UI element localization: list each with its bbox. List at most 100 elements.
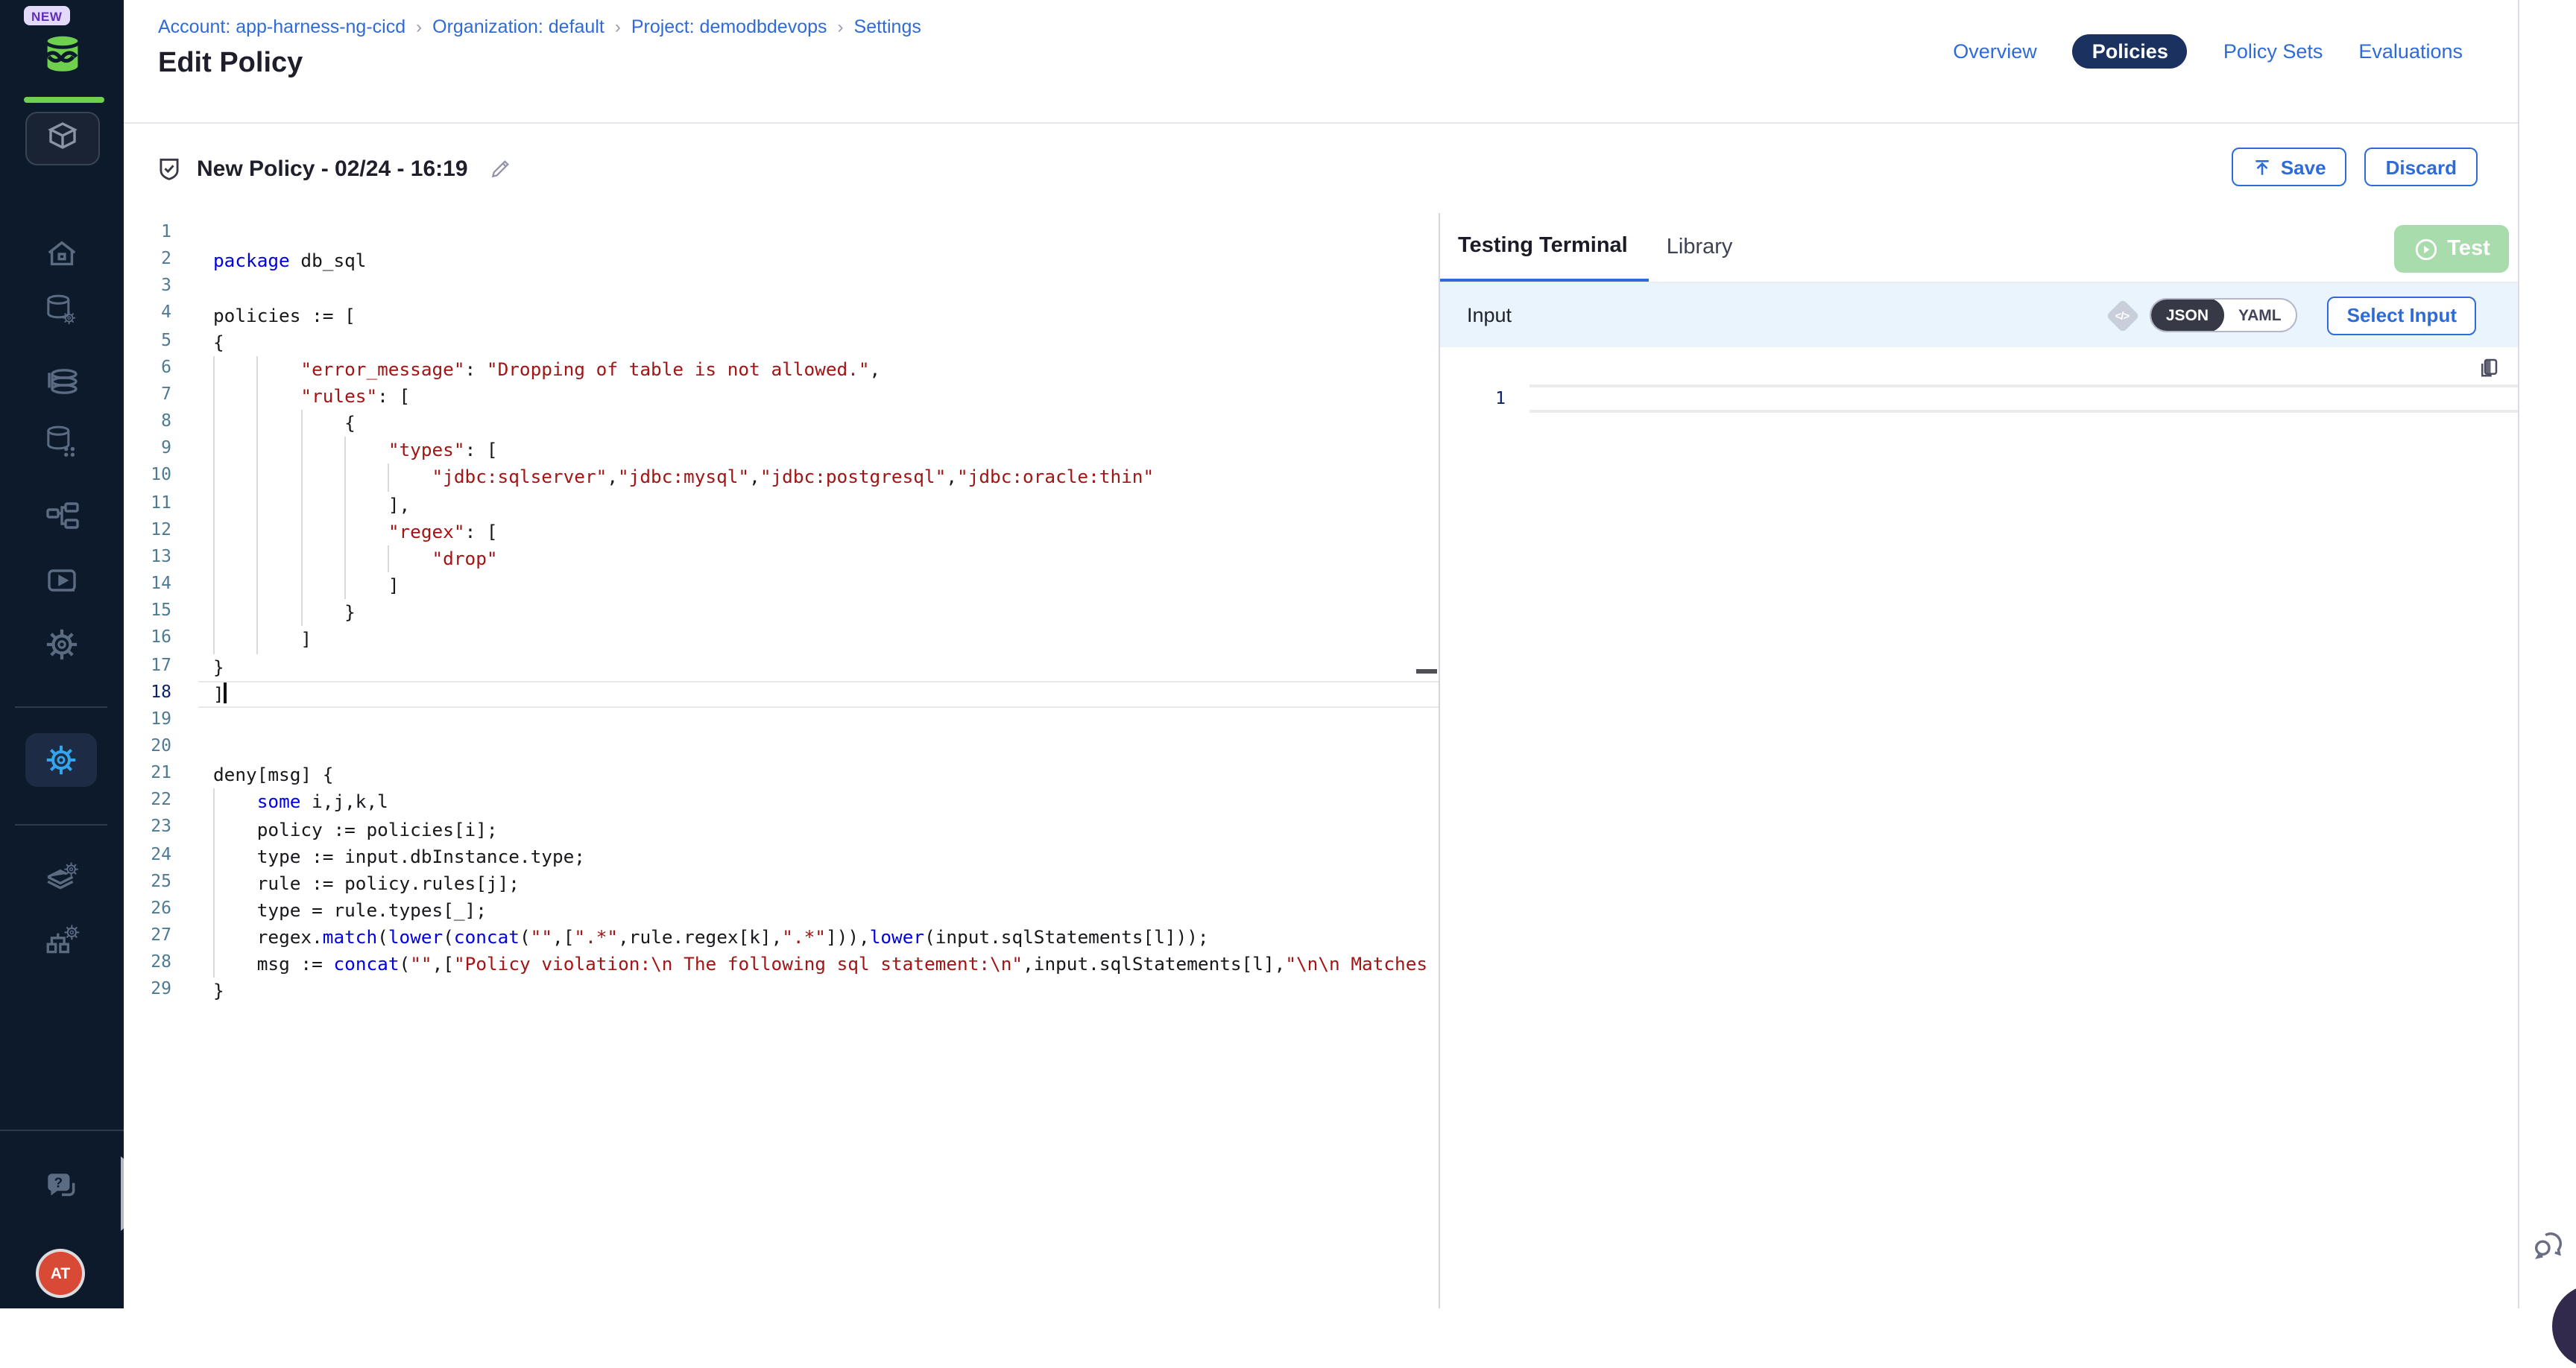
- code-line[interactable]: [198, 735, 1439, 761]
- nav-tab-overview[interactable]: Overview: [1953, 34, 2037, 69]
- line-number: 20: [124, 735, 171, 761]
- logo-underline: [24, 97, 104, 103]
- line-number: 28: [124, 951, 171, 978]
- sidebar-item-org-settings[interactable]: [0, 922, 124, 960]
- editor-gutter: 1234567891011121314151617181920212223242…: [124, 221, 171, 1005]
- play-circle-icon: [2413, 236, 2438, 262]
- code-line[interactable]: {: [198, 410, 1439, 437]
- sidebar-item-db-settings[interactable]: [0, 294, 124, 328]
- format-option-json[interactable]: JSON: [2151, 298, 2223, 332]
- sidebar-item-layers-settings[interactable]: [0, 858, 124, 896]
- code-line[interactable]: "drop": [198, 545, 1439, 572]
- line-number: 14: [124, 572, 171, 599]
- line-number: 21: [124, 761, 171, 788]
- format-option-yaml[interactable]: YAML: [2223, 298, 2296, 332]
- line-number: 12: [124, 518, 171, 545]
- overview-ruler-cursor-mark: [1416, 669, 1437, 674]
- code-line[interactable]: msg := concat("",["Policy violation:\n T…: [198, 951, 1439, 978]
- code-line[interactable]: [198, 221, 1439, 247]
- code-line[interactable]: type = rule.types[_];: [198, 897, 1439, 924]
- database-gear-icon: [45, 294, 79, 328]
- sidebar-item-settings[interactable]: [0, 627, 124, 662]
- db-devops-logo-icon[interactable]: [37, 27, 88, 88]
- discard-button[interactable]: Discard: [2365, 148, 2478, 186]
- code-line[interactable]: {: [198, 329, 1439, 355]
- format-toggle[interactable]: JSONYAML: [2150, 298, 2298, 332]
- line-number: 16: [124, 627, 171, 653]
- line-number: 8: [124, 410, 171, 437]
- code-line[interactable]: ]: [198, 627, 1439, 653]
- code-line[interactable]: regex.match(lower(concat("",[".*",rule.r…: [198, 924, 1439, 951]
- sidebar-item-pipelines[interactable]: [0, 499, 124, 535]
- chat-bubbles-icon[interactable]: [2531, 1228, 2566, 1270]
- input-section-header: Input </> JSONYAML Select Input: [1440, 283, 2518, 347]
- code-line[interactable]: policy := policies[i];: [198, 816, 1439, 843]
- input-editor-line-number: 1: [1440, 387, 1506, 410]
- edit-pencil-icon[interactable]: [489, 156, 513, 180]
- upload-icon: [2253, 157, 2272, 177]
- line-number: 25: [124, 870, 171, 897]
- code-line[interactable]: [198, 275, 1439, 302]
- sidebar-item-help[interactable]: ?: [0, 1168, 124, 1206]
- breadcrumb-item[interactable]: Project: demodbdevops: [631, 16, 827, 37]
- code-line[interactable]: rule := policy.rules[j];: [198, 870, 1439, 897]
- code-line[interactable]: "jdbc:sqlserver","jdbc:mysql","jdbc:post…: [198, 464, 1439, 491]
- code-line[interactable]: ]: [198, 572, 1439, 599]
- module-selector-button[interactable]: [25, 112, 100, 165]
- nav-tab-evaluations[interactable]: Evaluations: [2358, 34, 2463, 69]
- input-editor-current-line[interactable]: [1530, 384, 2518, 413]
- code-line[interactable]: ]: [198, 680, 1439, 707]
- sidebar-divider: [15, 824, 107, 826]
- editor-code[interactable]: package db_sqlpolicies := [{ "error_mess…: [198, 221, 1439, 1005]
- avatar[interactable]: AT: [39, 1252, 82, 1295]
- code-line[interactable]: some i,j,k,l: [198, 789, 1439, 816]
- nav-tab-policies[interactable]: Policies: [2073, 34, 2188, 69]
- line-number: 22: [124, 789, 171, 816]
- code-line[interactable]: }: [198, 599, 1439, 626]
- code-line[interactable]: "rules": [: [198, 383, 1439, 410]
- code-line[interactable]: "regex": [: [198, 518, 1439, 545]
- breadcrumb-item[interactable]: Account: app-harness-ng-cicd: [158, 16, 405, 37]
- code-line[interactable]: type := input.dbInstance.type;: [198, 843, 1439, 870]
- code-line[interactable]: "types": [: [198, 437, 1439, 464]
- line-number: 19: [124, 708, 171, 735]
- code-line[interactable]: [198, 708, 1439, 735]
- sidebar-item-db-instances[interactable]: [0, 425, 124, 459]
- sidebar-item-project-settings-active[interactable]: [25, 733, 97, 787]
- panel-tab-testing-terminal[interactable]: Testing Terminal: [1440, 213, 1649, 282]
- test-button[interactable]: Test: [2394, 225, 2509, 273]
- breadcrumb-item[interactable]: Settings: [854, 16, 921, 37]
- page-header: Account: app-harness-ng-cicd › Organizatio…: [124, 0, 2518, 124]
- breadcrumb-separator: ›: [838, 16, 844, 37]
- testing-panel-tabs: Testing TerminalLibrary: [1440, 213, 2518, 283]
- code-line[interactable]: }: [198, 653, 1439, 680]
- code-line[interactable]: package db_sql: [198, 247, 1439, 274]
- code-line[interactable]: }: [198, 978, 1439, 1005]
- policy-name: New Policy - 02/24 - 16:19: [197, 156, 468, 181]
- copy-icon[interactable]: [2478, 356, 2500, 386]
- shield-check-icon: [155, 154, 183, 183]
- gear-icon-active: [45, 744, 78, 776]
- code-line[interactable]: policies := [: [198, 302, 1439, 329]
- panel-tab-library[interactable]: Library: [1649, 213, 1754, 282]
- sidebar-nav: NEW: [0, 0, 124, 1308]
- right-rail: [2518, 0, 2576, 1308]
- line-number: 18: [124, 680, 171, 707]
- play-video-icon: [44, 563, 80, 599]
- line-number: 23: [124, 816, 171, 843]
- policy-code-editor[interactable]: 1234567891011121314151617181920212223242…: [124, 213, 1439, 1308]
- line-number: 17: [124, 653, 171, 680]
- nav-tab-policy-sets[interactable]: Policy Sets: [2223, 34, 2323, 69]
- code-line[interactable]: ],: [198, 491, 1439, 518]
- select-input-button[interactable]: Select Input: [2328, 296, 2476, 335]
- sidebar-item-db-stack[interactable]: [0, 364, 124, 399]
- save-button[interactable]: Save: [2232, 148, 2347, 186]
- line-number: 1: [124, 221, 171, 247]
- breadcrumb-item[interactable]: Organization: default: [432, 16, 604, 37]
- sidebar-item-get-started[interactable]: [0, 563, 124, 599]
- sidebar-item-home[interactable]: [0, 237, 124, 271]
- code-line[interactable]: "error_message": "Dropping of table is n…: [198, 356, 1439, 383]
- page-title: Edit Policy: [158, 48, 303, 80]
- code-line[interactable]: deny[msg] {: [198, 761, 1439, 788]
- breadcrumb-separator: ›: [416, 16, 422, 37]
